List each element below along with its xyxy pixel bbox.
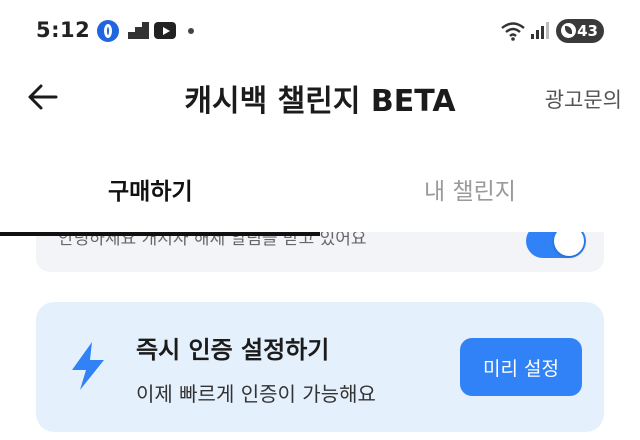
verify-card-subtitle: 이제 빠르게 인증이 가능해요 — [136, 382, 376, 406]
youtube-icon — [154, 22, 176, 39]
status-bar: 5:12 43 — [0, 0, 640, 64]
opera-icon — [97, 20, 119, 42]
verify-card-title: 즉시 인증 설정하기 — [136, 336, 330, 364]
tab-buy[interactable]: 구매하기 — [108, 172, 193, 206]
battery-icon: 43 — [556, 19, 604, 43]
notification-dot-icon — [188, 28, 194, 34]
lightning-bolt-icon — [72, 342, 104, 390]
signal-icon — [531, 22, 549, 39]
tab-bar — [0, 150, 640, 232]
active-tab-indicator — [0, 232, 320, 236]
instant-verify-card: 즉시 인증 설정하기 이제 빠르게 인증이 가능해요 미리 설정 — [36, 302, 604, 432]
battery-level: 43 — [577, 22, 598, 40]
tab-my-challenge[interactable]: 내 챌린지 — [424, 172, 516, 206]
preset-button[interactable]: 미리 설정 — [460, 338, 582, 396]
ad-inquiry-link[interactable]: 광고문의 — [545, 84, 622, 114]
status-time: 5:12 — [36, 18, 91, 42]
wifi-icon — [501, 22, 525, 41]
battery-saver-icon — [561, 23, 576, 38]
blocks-icon — [128, 22, 149, 39]
